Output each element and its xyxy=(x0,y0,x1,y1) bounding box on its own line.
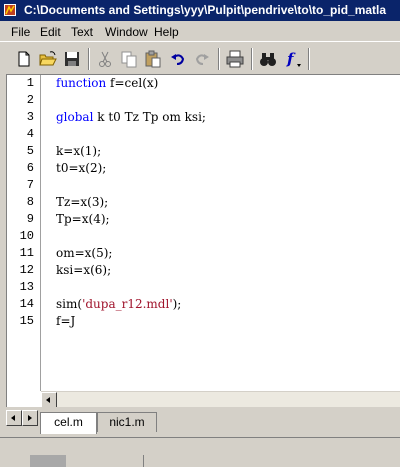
line-number: 14 xyxy=(19,297,34,311)
menu-bar: File Edit Text Window Help xyxy=(0,21,400,42)
status-area xyxy=(0,437,400,467)
line-number: 1 xyxy=(26,76,34,90)
arrow-left-icon xyxy=(46,397,50,403)
line-number: 5 xyxy=(26,144,34,158)
redo-icon[interactable] xyxy=(192,49,212,69)
arrow-right-icon xyxy=(28,415,32,421)
menu-edit[interactable]: Edit xyxy=(40,25,61,39)
line-number: 11 xyxy=(19,246,34,260)
line-number: 7 xyxy=(26,178,34,192)
toolbar-separator xyxy=(88,48,90,70)
save-icon[interactable] xyxy=(62,49,82,69)
toolbar: f xyxy=(0,43,400,74)
code-text: k t0 Tz Tp om ksi; xyxy=(93,110,206,124)
menu-file[interactable]: File xyxy=(11,25,30,39)
cut-icon[interactable] xyxy=(95,49,115,69)
menu-divider xyxy=(0,41,400,42)
code-line[interactable]: global k t0 Tz Tp om ksi; xyxy=(56,110,206,124)
tab-nic1-m[interactable]: nic1.m xyxy=(97,412,157,432)
undo-icon[interactable] xyxy=(168,49,188,69)
keyword: global xyxy=(56,110,94,124)
menu-text[interactable]: Text xyxy=(71,25,93,39)
tab-cel-m[interactable]: cel.m xyxy=(40,412,97,434)
horizontal-scrollbar[interactable] xyxy=(41,391,400,408)
code-line[interactable]: Tz=x(3); xyxy=(56,195,108,209)
code-line[interactable]: sim('dupa_r12.mdl'); xyxy=(56,297,181,311)
menu-help[interactable]: Help xyxy=(154,25,179,39)
string-literal: 'dupa_r12.mdl' xyxy=(82,297,173,311)
arrow-left-icon xyxy=(11,415,15,421)
find-binoculars-icon[interactable] xyxy=(258,49,278,69)
line-number: 12 xyxy=(19,263,34,277)
code-editor[interactable]: 1 2 3 4 5 6 7 8 9 10 11 12 13 14 15 function f=cel(x) g… xyxy=(6,74,400,408)
open-folder-icon[interactable] xyxy=(38,49,58,69)
line-number: 10 xyxy=(19,229,34,243)
code-line[interactable]: Tp=x(4); xyxy=(56,212,110,226)
toolbar-separator xyxy=(251,48,253,70)
code-line[interactable]: k=x(1); xyxy=(56,144,101,158)
status-divider xyxy=(143,455,144,467)
code-line[interactable]: f=J xyxy=(56,314,75,328)
svg-text:f: f xyxy=(286,50,296,68)
status-segment xyxy=(30,455,66,467)
toolbar-separator xyxy=(308,48,310,70)
menu-window[interactable]: Window xyxy=(105,25,148,39)
keyword: function xyxy=(56,76,107,90)
code-line[interactable]: t0=x(2); xyxy=(56,161,106,175)
line-number: 2 xyxy=(26,93,34,107)
line-number: 4 xyxy=(26,127,34,141)
code-text: sim( xyxy=(56,297,83,311)
title-bar[interactable]: C:\Documents and Settings\yyy\Pulpit\pen… xyxy=(0,0,400,21)
code-text: ); xyxy=(172,297,182,311)
line-number: 6 xyxy=(26,161,34,175)
copy-icon[interactable] xyxy=(119,49,139,69)
code-line[interactable]: om=x(5); xyxy=(56,246,112,260)
line-number: 3 xyxy=(26,110,34,124)
document-tab-bar: cel.m nic1.m xyxy=(0,407,400,437)
code-line[interactable]: function f=cel(x) xyxy=(56,76,158,90)
function-dropdown-icon[interactable]: f xyxy=(284,49,304,69)
line-number: 8 xyxy=(26,195,34,209)
tab-scroll-right[interactable] xyxy=(22,410,38,426)
paste-icon[interactable] xyxy=(143,49,163,69)
line-number: 9 xyxy=(26,212,34,226)
line-number: 13 xyxy=(19,280,34,294)
toolbar-separator xyxy=(218,48,220,70)
matlab-app-icon xyxy=(4,4,16,16)
window-title: C:\Documents and Settings\yyy\Pulpit\pen… xyxy=(24,3,387,17)
new-document-icon[interactable] xyxy=(14,49,34,69)
scroll-left-button[interactable] xyxy=(41,392,57,408)
line-number-gutter: 1 2 3 4 5 6 7 8 9 10 11 12 13 14 15 xyxy=(7,75,41,391)
code-text: f=cel(x) xyxy=(106,76,159,90)
tab-scroll-left[interactable] xyxy=(6,410,22,426)
line-number: 15 xyxy=(19,314,34,328)
code-line[interactable]: ksi=x(6); xyxy=(56,263,111,277)
print-icon[interactable] xyxy=(225,49,245,69)
